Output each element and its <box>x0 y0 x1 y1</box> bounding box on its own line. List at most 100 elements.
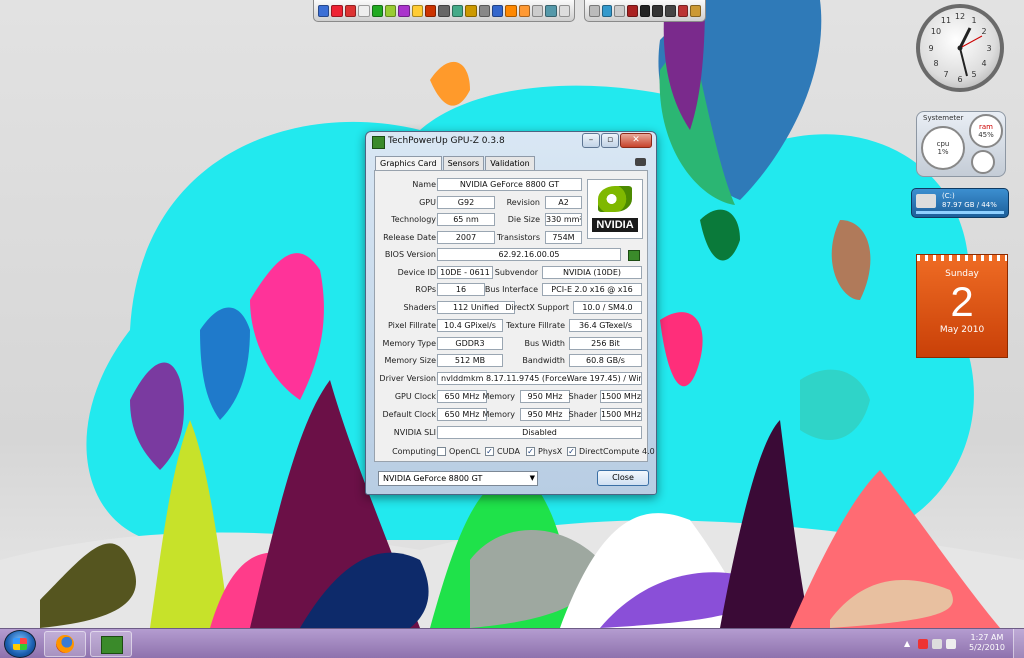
default-memory-clock-value: 950 MHz <box>520 408 570 421</box>
graphics-card-panel: Name NVIDIA GeForce 8800 GT GPU G92 Revi… <box>374 170 655 462</box>
gpuz-icon <box>101 636 123 654</box>
sli-value: Disabled <box>437 426 642 439</box>
gpu-label: GPU <box>419 198 436 207</box>
systemeter-gadget[interactable]: Systemeter cpu 1% ram 45% <box>916 111 1006 177</box>
app-icon[interactable] <box>425 4 437 17</box>
gpu-memory-clock-label: Memory <box>482 392 515 401</box>
drive-letter: (C:) <box>942 192 955 200</box>
disk-activity-gauge <box>971 150 995 174</box>
show-desktop-button[interactable] <box>1013 629 1024 658</box>
calendar-month: May 2010 <box>939 325 985 335</box>
app-icon[interactable] <box>411 4 423 17</box>
utility-toolbar <box>584 0 706 22</box>
release-date-label: Release Date <box>383 233 436 242</box>
app-icon[interactable] <box>398 4 410 17</box>
svg-text:3: 3 <box>986 44 991 53</box>
app-icon[interactable] <box>384 4 397 17</box>
app-icon[interactable] <box>614 4 626 17</box>
app-icon[interactable] <box>358 4 370 17</box>
app-icon[interactable] <box>532 4 544 17</box>
texture-fillrate-label: Texture Fillrate <box>506 321 565 330</box>
app-icon[interactable] <box>627 4 638 17</box>
texture-fillrate-value: 36.4 GTexel/s <box>569 319 642 332</box>
minimize-button[interactable]: – <box>582 133 600 148</box>
default-memory-clock-label: Memory <box>482 410 515 419</box>
app-icon[interactable] <box>451 4 464 17</box>
nvidia-logo: NVIDIA <box>587 179 643 239</box>
tab-bar: Graphics Card Sensors Validation <box>375 156 536 172</box>
taskbar-clock[interactable]: 1:27 AM 5/2/2010 <box>965 633 1009 653</box>
app-icon[interactable] <box>518 4 530 17</box>
drive-meter-gadget[interactable]: (C:) 87.97 GB / 44% <box>911 188 1009 218</box>
svg-text:12: 12 <box>955 12 965 21</box>
taskbar: ▲ 1:27 AM 5/2/2010 <box>0 628 1024 658</box>
directx-value: 10.0 / SM4.0 <box>573 301 642 314</box>
screenshot-camera-icon[interactable] <box>635 158 646 166</box>
cpu-label: cpu <box>936 140 950 148</box>
close-window-button[interactable]: ✕ <box>620 133 652 148</box>
physx-checkbox[interactable]: ✓ <box>526 447 535 456</box>
drive-usage-bar <box>916 211 1004 214</box>
action-center-icon[interactable] <box>918 639 928 649</box>
window-titlebar[interactable]: TechPowerUp GPU-Z 0.3.8 – ▫ ✕ <box>366 132 656 152</box>
default-clock-value: 650 MHz <box>437 408 487 421</box>
app-icon[interactable] <box>438 4 450 17</box>
app-icon[interactable] <box>478 4 490 17</box>
computing-label: Computing <box>392 447 436 456</box>
app-icon[interactable] <box>601 4 613 17</box>
directcompute-checkbox[interactable]: ✓ <box>567 447 576 456</box>
calendar-gadget[interactable]: Sunday 2 May 2010 <box>916 254 1008 358</box>
cpu-value: 1% <box>937 148 949 156</box>
tab-validation[interactable]: Validation <box>485 156 535 171</box>
app-icon[interactable] <box>665 4 676 17</box>
nvidia-eye-icon <box>598 186 632 212</box>
maximize-button[interactable]: ▫ <box>601 133 619 148</box>
app-icon[interactable] <box>491 4 504 17</box>
volume-icon[interactable] <box>946 639 956 649</box>
transistors-value: 754M <box>545 231 582 244</box>
subvendor-label: Subvendor <box>494 268 538 277</box>
device-id-value: 10DE - 0611 <box>437 266 493 279</box>
app-icon[interactable] <box>465 4 477 17</box>
bus-interface-value: PCI-E 2.0 x16 @ x16 <box>542 283 642 296</box>
shaders-label: Shaders <box>403 303 436 312</box>
network-icon[interactable] <box>932 639 942 649</box>
revision-label: Revision <box>506 198 540 207</box>
app-icon[interactable] <box>318 4 330 17</box>
cuda-label: CUDA <box>497 447 520 456</box>
app-icon[interactable] <box>558 4 571 17</box>
vlc-icon[interactable] <box>505 4 517 17</box>
opencl-checkbox[interactable] <box>437 447 446 456</box>
bandwidth-value: 60.8 GB/s <box>569 354 642 367</box>
app-icon[interactable] <box>690 4 702 17</box>
close-button[interactable]: Close <box>597 470 649 486</box>
gpu-memory-clock-value: 950 MHz <box>520 390 570 403</box>
app-icon[interactable] <box>639 4 651 17</box>
pdf-icon[interactable] <box>344 4 357 17</box>
app-icon[interactable] <box>652 4 664 17</box>
app-icon[interactable] <box>545 4 557 17</box>
show-hidden-icons-icon[interactable]: ▲ <box>904 639 914 649</box>
card-select-dropdown[interactable]: NVIDIA GeForce 8800 GT ▼ <box>378 471 538 486</box>
bios-save-icon[interactable] <box>628 250 640 261</box>
tab-sensors[interactable]: Sensors <box>442 156 485 171</box>
svg-text:7: 7 <box>943 70 948 79</box>
desktop-wallpaper: 12 1 2 345 678 9 10 11 Systemeter cpu 1% ram… <box>0 0 1024 628</box>
gpu-clock-value: 650 MHz <box>437 390 487 403</box>
memory-size-label: Memory Size <box>384 356 437 365</box>
ram-gauge: ram 45% <box>969 114 1003 148</box>
app-icon[interactable] <box>371 4 383 17</box>
app-icon[interactable] <box>589 4 600 17</box>
taskbar-firefox[interactable] <box>44 631 86 657</box>
bios-version-value: 62.92.16.00.05 <box>437 248 621 261</box>
svg-text:2: 2 <box>981 27 986 36</box>
cuda-checkbox[interactable]: ✓ <box>485 447 494 456</box>
clock-gadget[interactable]: 12 1 2 345 678 9 10 11 <box>916 4 1004 92</box>
start-button[interactable] <box>4 630 36 658</box>
app-icon[interactable] <box>331 4 343 17</box>
app-icon[interactable] <box>677 4 689 17</box>
taskbar-gpuz[interactable] <box>90 631 132 657</box>
memory-type-label: Memory Type <box>382 339 436 348</box>
driver-version-label: Driver Version <box>379 374 436 383</box>
bus-width-label: Bus Width <box>524 339 565 348</box>
